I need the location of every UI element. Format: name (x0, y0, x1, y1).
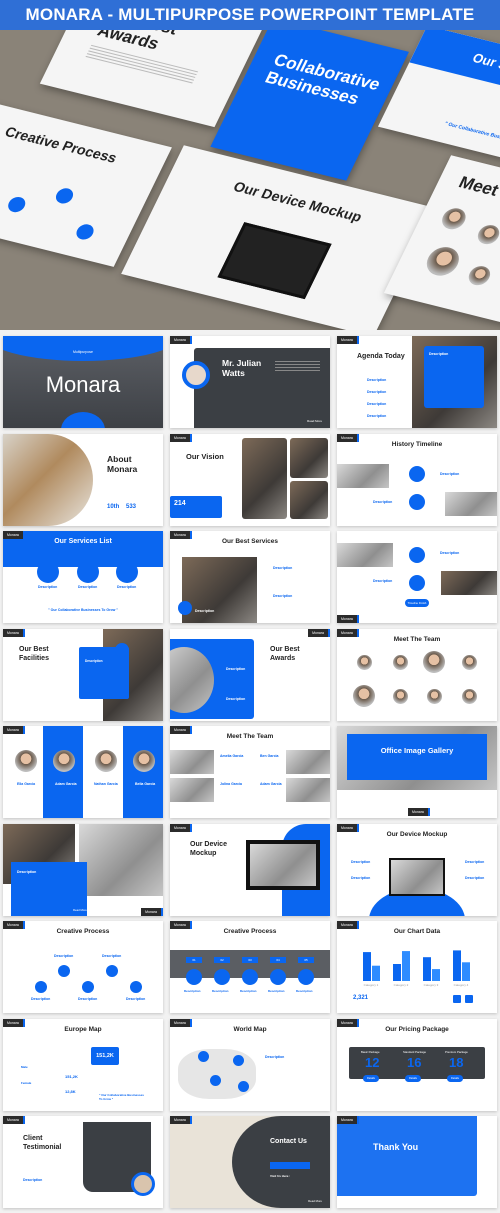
step-number: 05 (298, 957, 314, 963)
step-number: 02 (214, 957, 230, 963)
slide-vision[interactable]: Monara Our Vision 214 (170, 433, 330, 526)
plan-name: Premium Package (445, 1049, 468, 1054)
plan-details-button[interactable]: Details (405, 1074, 421, 1082)
plan-details-button[interactable]: Details (363, 1074, 379, 1082)
slide-pricing[interactable]: Monara Our Pricing Package Basic Package… (337, 1018, 497, 1111)
x-tick-label: Category 4 (454, 983, 469, 987)
slide-creative-process-steps[interactable]: Monara Creative Process 01 Description 02 D… (170, 921, 330, 1013)
slide-best-services[interactable]: Monara Our Best Services Description Des… (170, 531, 330, 623)
slide-world-map[interactable]: Monara World Map Description (170, 1018, 330, 1111)
bar-series-2-1 (372, 965, 380, 981)
bar-series-2-4 (462, 962, 470, 981)
slide-grid: Multipurpose Monara Monara Mr. Julian Wa… (3, 336, 497, 1208)
slide-office-description[interactable]: Description Read More Monara (3, 823, 163, 916)
slide-europe-map[interactable]: Monara Europe Map 151,2K Male 151,2K Fem… (3, 1018, 163, 1111)
slide-cover[interactable]: Multipurpose Monara (3, 336, 163, 428)
plan-details-button[interactable]: Details (447, 1074, 463, 1082)
step-icon (214, 969, 230, 985)
slide-office-gallery[interactable]: Office Image Gallery Monara (337, 726, 497, 818)
slide-contact[interactable]: Monara Contact Us Visit Us Here : Read M… (170, 1116, 330, 1208)
slide-agenda[interactable]: Monara Agenda Today Description Descript… (337, 336, 497, 428)
slide-device-mockup-laptop[interactable]: Monara Our Device Mockup Description Des… (337, 823, 497, 916)
chart-icon-2 (465, 995, 473, 1003)
step-description: Description (296, 989, 313, 993)
step-description: Description (184, 989, 201, 993)
slide-services-list[interactable]: Monara Our Services List Description Des… (3, 531, 163, 623)
step-icon (270, 969, 286, 985)
contact-email-button[interactable] (270, 1162, 310, 1169)
bar-series-1-4 (453, 950, 461, 981)
slide-team-columns[interactable]: Monara Ella Garcia Adam Garcia Nathan Ga… (3, 726, 163, 818)
slide-best-awards[interactable]: Monara Description Description Our Best … (170, 628, 330, 721)
bar-series-2-3 (432, 969, 440, 981)
plan-price: 16 (407, 1054, 422, 1070)
slide-best-facilities[interactable]: Monara Our Best Facilities Description (3, 628, 163, 721)
step-number: 04 (270, 957, 286, 963)
x-tick-label: Category 3 (424, 983, 439, 987)
slide-julian-watts[interactable]: Monara Mr. Julian Watts Read More (170, 336, 330, 428)
slide-meet-team[interactable]: Monara Meet The Team (337, 628, 497, 721)
slide-thank-you[interactable]: Monara Thank You (337, 1116, 497, 1208)
bar-series-2-2 (402, 951, 410, 981)
slide-chart-data[interactable]: Monara Our Chart Data Category 1 Category… (337, 921, 497, 1013)
slide-about[interactable]: About Monara 10th 533 (3, 433, 163, 526)
hero-collage: MONARA - MULTIPURPOSE POWERPOINT TEMPLAT… (0, 0, 500, 330)
timeline-finish-button[interactable]: Timeline Finish (405, 599, 429, 607)
tilted-slides: Our Best Awards Collaborative Businesses… (0, 0, 500, 330)
step-description: Description (212, 989, 229, 993)
step-icon (298, 969, 314, 985)
slide-device-mockup-desktop[interactable]: Monara Our Device Mockup (170, 823, 330, 916)
plan-price: 18 (449, 1054, 464, 1070)
banner-title: MONARA - MULTIPURPOSE POWERPOINT TEMPLAT… (25, 5, 475, 24)
bar-series-1-1 (363, 952, 371, 981)
step-number: 01 (186, 957, 202, 963)
x-tick-label: Category 2 (394, 983, 409, 987)
banner: MONARA - MULTIPURPOSE POWERPOINT TEMPLAT… (0, 0, 500, 30)
slide-testimonial[interactable]: Monara Client Testimonial Description (3, 1116, 163, 1208)
chart-icon-1 (453, 995, 461, 1003)
bar-series-1-3 (423, 957, 431, 981)
plan-price: 12 (365, 1054, 380, 1070)
step-icon (242, 969, 258, 985)
slide-history-timeline[interactable]: Monara History Timeline Description Desc… (337, 433, 497, 526)
step-icon (186, 969, 202, 985)
plan-name: Basic Package (361, 1049, 380, 1054)
slide-creative-process-wave[interactable]: Monara Creative Process Description Desc… (3, 921, 163, 1013)
slide-meet-team-photos[interactable]: Monara Meet The Team Amelia Garcia Ben G… (170, 726, 330, 818)
hero-slide-device-mockup: Our Device Mockup (121, 145, 437, 330)
bar-series-1-2 (393, 964, 401, 981)
step-description: Description (240, 989, 257, 993)
step-description: Description (268, 989, 285, 993)
step-number: 03 (242, 957, 258, 963)
slide-timeline-finish[interactable]: Description Description Timeline Finish … (337, 531, 497, 623)
x-tick-label: Category 1 (364, 983, 379, 987)
plan-name: Standard Package (403, 1049, 427, 1054)
bar-chart: Category 1 Category 2 Category 3 Category 4 (363, 950, 470, 987)
